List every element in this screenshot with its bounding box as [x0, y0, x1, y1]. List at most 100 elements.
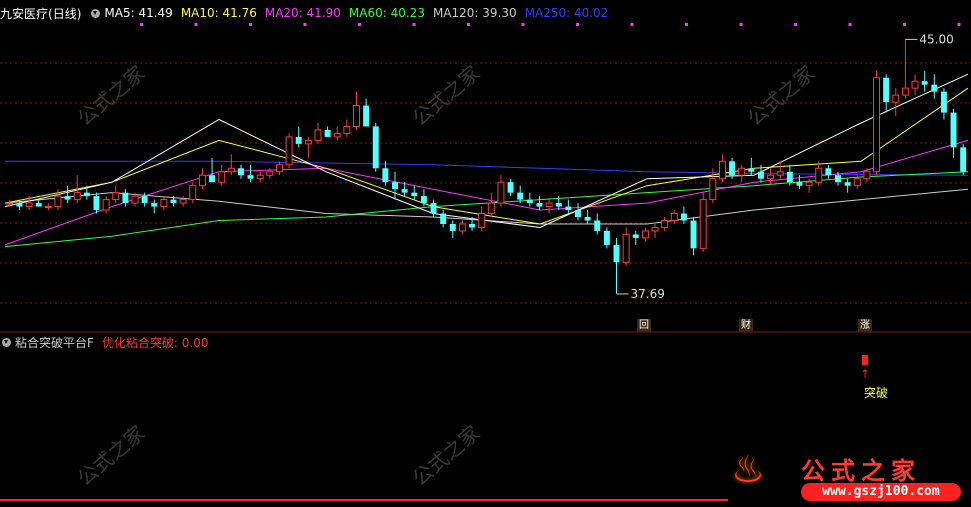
candle-down: [603, 227, 610, 249]
candle-body: [960, 147, 967, 172]
candle-body: [651, 226, 659, 232]
candle-down: [372, 122, 379, 172]
candle-down: [411, 185, 418, 200]
signal-dot: [303, 23, 307, 26]
candle-body: [102, 199, 110, 211]
candle-body: [179, 199, 187, 204]
candle-body: [16, 203, 23, 207]
candle-up: [285, 133, 293, 169]
signal-arrow-icon: ↑: [860, 367, 871, 381]
candle-up: [304, 136, 312, 158]
candle-body: [93, 196, 100, 211]
candle-body: [198, 174, 206, 187]
signal-dot: [957, 23, 961, 26]
candle-up: [622, 227, 630, 266]
candle-up: [718, 154, 726, 183]
candle-body: [411, 192, 418, 197]
candle-down: [690, 217, 697, 256]
candle-body: [285, 136, 293, 166]
event-badge-cai[interactable]: 财: [739, 319, 753, 332]
candle-body: [122, 192, 129, 204]
candle-down: [64, 185, 71, 204]
candle-body: [401, 189, 408, 193]
candle-up: [892, 88, 900, 117]
candle-body: [25, 202, 33, 208]
indicator-name: 粘合突破平台F: [15, 335, 94, 350]
brand-url[interactable]: www.gszj100.com: [801, 483, 961, 501]
candle-body: [805, 181, 813, 187]
ma-line-ma20: [4, 139, 969, 246]
candle-body: [555, 203, 562, 207]
candle-body: [295, 136, 302, 144]
candle-body: [757, 171, 764, 179]
indicator-toggle-icon[interactable]: [2, 337, 11, 347]
candle-body: [151, 203, 158, 207]
candle-body: [622, 233, 630, 263]
candle-body: [815, 167, 823, 183]
candle-body: [6, 202, 14, 205]
candle-up: [44, 203, 52, 211]
candle-up: [227, 154, 235, 176]
candle-body: [776, 171, 784, 176]
candle-down: [392, 171, 399, 200]
candle-up: [353, 91, 360, 130]
candle-up: [661, 217, 669, 231]
signal-dot: [685, 23, 688, 26]
candle-body: [353, 105, 360, 127]
ma-lines: [4, 73, 969, 248]
candle-body: [574, 210, 581, 218]
candle-body: [853, 178, 861, 187]
candle-up: [179, 196, 187, 207]
candle-up: [815, 161, 823, 186]
candle-up: [641, 227, 649, 242]
candle-body: [767, 174, 775, 180]
candle-up: [670, 210, 678, 224]
candle-down: [35, 199, 42, 207]
candle-body: [35, 203, 42, 207]
grid: [0, 23, 971, 501]
candle-body: [517, 192, 524, 200]
candle-body: [333, 132, 341, 138]
candle-up: [256, 171, 264, 183]
candle-body: [796, 182, 803, 186]
candle-body: [363, 105, 370, 127]
brand-logo: ♨ 公式之家 www.gszj100.com: [731, 447, 971, 507]
candle-body: [440, 213, 447, 224]
candle-up: [275, 161, 283, 176]
candle-body: [641, 230, 649, 239]
candle-body: [883, 77, 890, 103]
candle-down: [960, 143, 967, 176]
candle-up: [333, 126, 341, 141]
candle-body: [189, 185, 197, 201]
indicator-legend: 粘合突破平台F 优化粘合突破: 0.00: [0, 333, 216, 351]
candle-body: [64, 196, 71, 200]
candle-body: [690, 220, 697, 249]
candle-up: [738, 164, 746, 183]
candle-body: [632, 234, 639, 238]
candle-body: [131, 195, 139, 204]
candle-up: [767, 168, 775, 186]
candle-body: [304, 139, 312, 145]
candle-up: [699, 192, 707, 252]
signal-dot: [412, 23, 416, 26]
candle-body: [256, 174, 264, 180]
event-badge-zhang[interactable]: 涨: [858, 319, 872, 332]
signal-dot: [249, 23, 252, 26]
candle-down: [93, 192, 100, 214]
candle-down: [632, 230, 639, 245]
candle-body: [73, 192, 81, 201]
candle-body: [170, 199, 177, 204]
candle-body: [54, 195, 62, 208]
event-badge-hui[interactable]: 回: [637, 319, 651, 332]
signal-dot: [194, 23, 198, 26]
candle-body: [892, 94, 900, 103]
candle-down: [122, 189, 129, 207]
candle-body: [420, 196, 427, 204]
candle-up: [873, 70, 881, 176]
candle-up: [709, 168, 717, 204]
candle-body: [275, 164, 283, 173]
candle-down: [950, 109, 957, 158]
candle-down: [825, 164, 832, 179]
candle-body: [565, 206, 572, 211]
candle-up: [651, 223, 659, 238]
